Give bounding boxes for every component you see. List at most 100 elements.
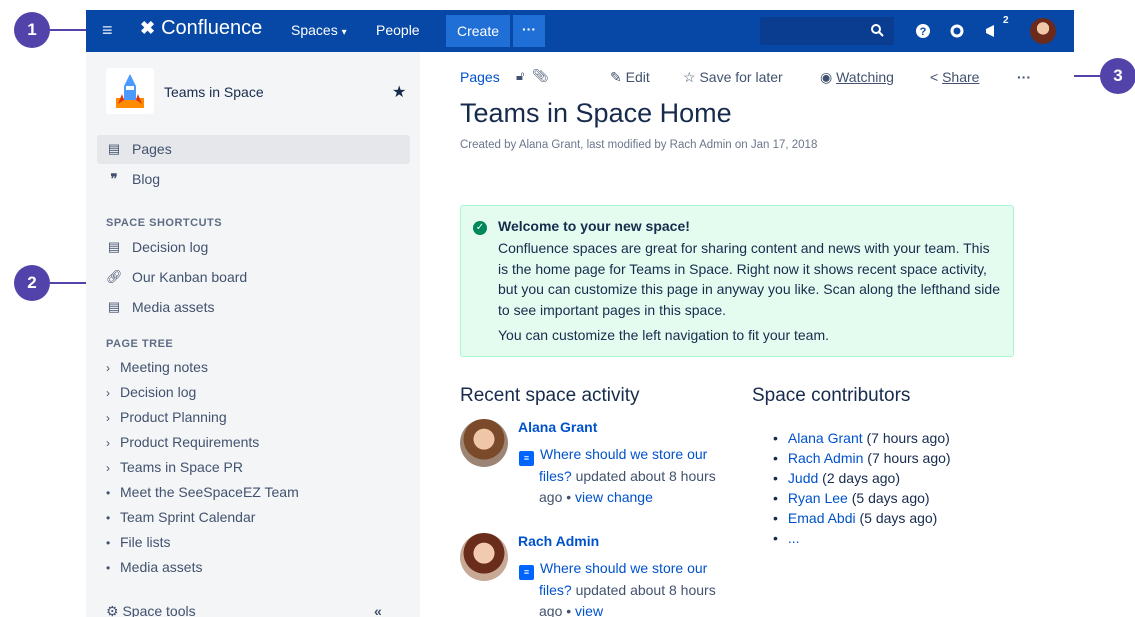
tree-item[interactable]: › Meeting notes xyxy=(106,359,208,375)
space-tools-button[interactable]: ⚙ Space tools xyxy=(106,603,196,617)
notification-count: 2 xyxy=(1003,15,1009,26)
edit-button[interactable]: ✎ Edit xyxy=(610,69,650,86)
spaces-menu[interactable]: Spaces ▾ xyxy=(291,22,347,38)
bullet-icon: • xyxy=(106,486,111,500)
chevron-right-icon[interactable]: › xyxy=(106,411,120,425)
confluence-logo-icon: ✖ xyxy=(140,18,156,38)
chevron-right-icon[interactable]: › xyxy=(106,361,120,375)
panel-title: Welcome to your new space! xyxy=(498,218,690,234)
more-actions-button[interactable]: ··· xyxy=(1017,69,1031,85)
profile-avatar[interactable] xyxy=(1030,18,1056,44)
shortcut-media-assets[interactable]: ▤ Media assets xyxy=(106,299,215,315)
page-content: Pages 🔓︎ 📎︎ ✎ Edit ☆ Save for later ◉ Wa… xyxy=(420,52,1074,617)
avatar[interactable] xyxy=(460,533,508,581)
check-circle-icon: ✓ xyxy=(473,221,487,235)
gear-icon: ⚙ xyxy=(106,603,119,617)
page-metadata: Created by Alana Grant, last modified by… xyxy=(460,139,818,151)
view-change-link[interactable]: view change xyxy=(575,489,653,505)
save-for-later-button[interactable]: ☆ Save for later xyxy=(683,69,783,86)
pencil-icon: ✎ xyxy=(610,69,622,85)
unlock-icon[interactable]: 🔓︎ xyxy=(516,68,524,83)
space-logo[interactable] xyxy=(106,68,154,114)
info-panel: ✓ Welcome to your new space! Confluence … xyxy=(460,205,1014,357)
star-icon[interactable]: ★ xyxy=(392,82,406,102)
panel-footer: You can customize the left navigation to… xyxy=(498,327,830,343)
chevron-right-icon[interactable]: › xyxy=(106,461,120,475)
shortcuts-heading: SPACE SHORTCUTS xyxy=(106,217,223,229)
contributor-link[interactable]: Emad Abdi xyxy=(788,510,856,526)
tree-item[interactable]: › Teams in Space PR xyxy=(106,459,243,475)
watching-button[interactable]: ◉ Watching xyxy=(820,69,894,86)
space-name[interactable]: Teams in Space xyxy=(164,84,264,100)
tree-item[interactable]: • Media assets xyxy=(106,559,202,575)
chevron-down-icon: ▾ xyxy=(341,27,347,38)
quote-icon: ❞ xyxy=(110,171,118,186)
view-link[interactable]: view xyxy=(575,603,603,617)
confluence-window: ≡ ✖ Confluence Spaces ▾ People Create ··… xyxy=(86,10,1074,617)
bullet-icon: • xyxy=(106,561,111,575)
bullet-icon: • xyxy=(106,536,111,550)
contributor-link[interactable]: Rach Admin xyxy=(788,450,863,466)
callout-2: 2 xyxy=(14,265,50,301)
page-title: Teams in Space Home xyxy=(460,98,732,128)
collapse-sidebar-button[interactable]: « xyxy=(374,603,382,617)
shortcut-decision-log[interactable]: ▤ Decision log xyxy=(106,239,208,255)
page-icon: ▤ xyxy=(107,141,121,156)
activity-user[interactable]: Rach Admin xyxy=(518,533,599,549)
page-icon: ▤ xyxy=(107,239,121,254)
callout-1: 1 xyxy=(14,12,50,48)
panel-body: Confluence spaces are great for sharing … xyxy=(498,240,1000,318)
share-button[interactable]: < Share xyxy=(930,69,979,85)
link-icon: 🔗︎ xyxy=(106,269,123,284)
activity-user[interactable]: Alana Grant xyxy=(518,419,597,435)
global-header: ≡ ✖ Confluence Spaces ▾ People Create ··… xyxy=(86,10,1074,52)
search-input[interactable] xyxy=(760,17,894,45)
svg-text:?: ? xyxy=(920,26,927,38)
chevron-right-icon[interactable]: › xyxy=(106,436,120,450)
shortcut-kanban-board[interactable]: 🔗︎ Our Kanban board xyxy=(106,269,247,285)
contributor-link[interactable]: Ryan Lee xyxy=(788,490,848,506)
share-icon: < xyxy=(930,69,939,85)
sidebar-item-blog[interactable]: ❞ Blog xyxy=(106,171,161,187)
activity-entry: ≡ Where should we store our files? update… xyxy=(519,558,724,617)
product-name: Confluence xyxy=(161,17,263,39)
contributor-link[interactable]: Judd xyxy=(788,470,818,486)
tree-item[interactable]: • Meet the SeeSpaceEZ Team xyxy=(106,484,299,500)
attachment-icon[interactable]: 📎︎ xyxy=(532,68,549,83)
create-more-button[interactable]: ··· xyxy=(513,15,545,47)
megaphone-icon[interactable] xyxy=(984,22,1002,40)
page-tree-heading: PAGE TREE xyxy=(106,338,174,350)
rocket-icon xyxy=(116,74,144,108)
tree-item[interactable]: › Product Requirements xyxy=(106,434,259,450)
list-item: Rach Admin (7 hours ago) xyxy=(773,448,951,468)
more-contributors-link[interactable]: ... xyxy=(788,530,800,546)
contributors-list: Alana Grant (7 hours ago) Rach Admin (7 … xyxy=(773,428,951,548)
document-icon: ≡ xyxy=(519,565,534,580)
menu-icon[interactable]: ≡ xyxy=(102,20,113,41)
people-link[interactable]: People xyxy=(376,22,420,38)
contributor-link[interactable]: Alana Grant xyxy=(788,430,863,446)
eye-icon: ◉ xyxy=(820,69,833,85)
space-sidebar: Teams in Space ★ ▤ Pages ❞ Blog SPACE SHOR… xyxy=(86,52,420,617)
list-item: Emad Abdi (5 days ago) xyxy=(773,508,951,528)
contributors-heading: Space contributors xyxy=(752,385,911,406)
tree-item[interactable]: • File lists xyxy=(106,534,171,550)
avatar[interactable] xyxy=(460,419,508,467)
tree-item[interactable]: • Team Sprint Calendar xyxy=(106,509,255,525)
list-item: Ryan Lee (5 days ago) xyxy=(773,488,951,508)
activity-entry: ≡ Where should we store our files? update… xyxy=(519,444,724,507)
tree-item[interactable]: › Product Planning xyxy=(106,409,227,425)
document-icon: ≡ xyxy=(519,451,534,466)
list-item: Alana Grant (7 hours ago) xyxy=(773,428,951,448)
tree-item[interactable]: › Decision log xyxy=(106,384,196,400)
gear-icon[interactable] xyxy=(948,22,966,40)
page-icon: ▤ xyxy=(107,299,121,314)
star-outline-icon: ☆ xyxy=(683,69,696,85)
create-button[interactable]: Create xyxy=(446,15,510,47)
bullet-icon: • xyxy=(106,511,111,525)
help-icon[interactable]: ? xyxy=(914,22,932,40)
breadcrumb[interactable]: Pages xyxy=(460,69,500,85)
sidebar-item-pages[interactable]: ▤ Pages xyxy=(106,141,172,157)
confluence-logo[interactable]: ✖ Confluence xyxy=(140,17,262,40)
chevron-right-icon[interactable]: › xyxy=(106,386,120,400)
